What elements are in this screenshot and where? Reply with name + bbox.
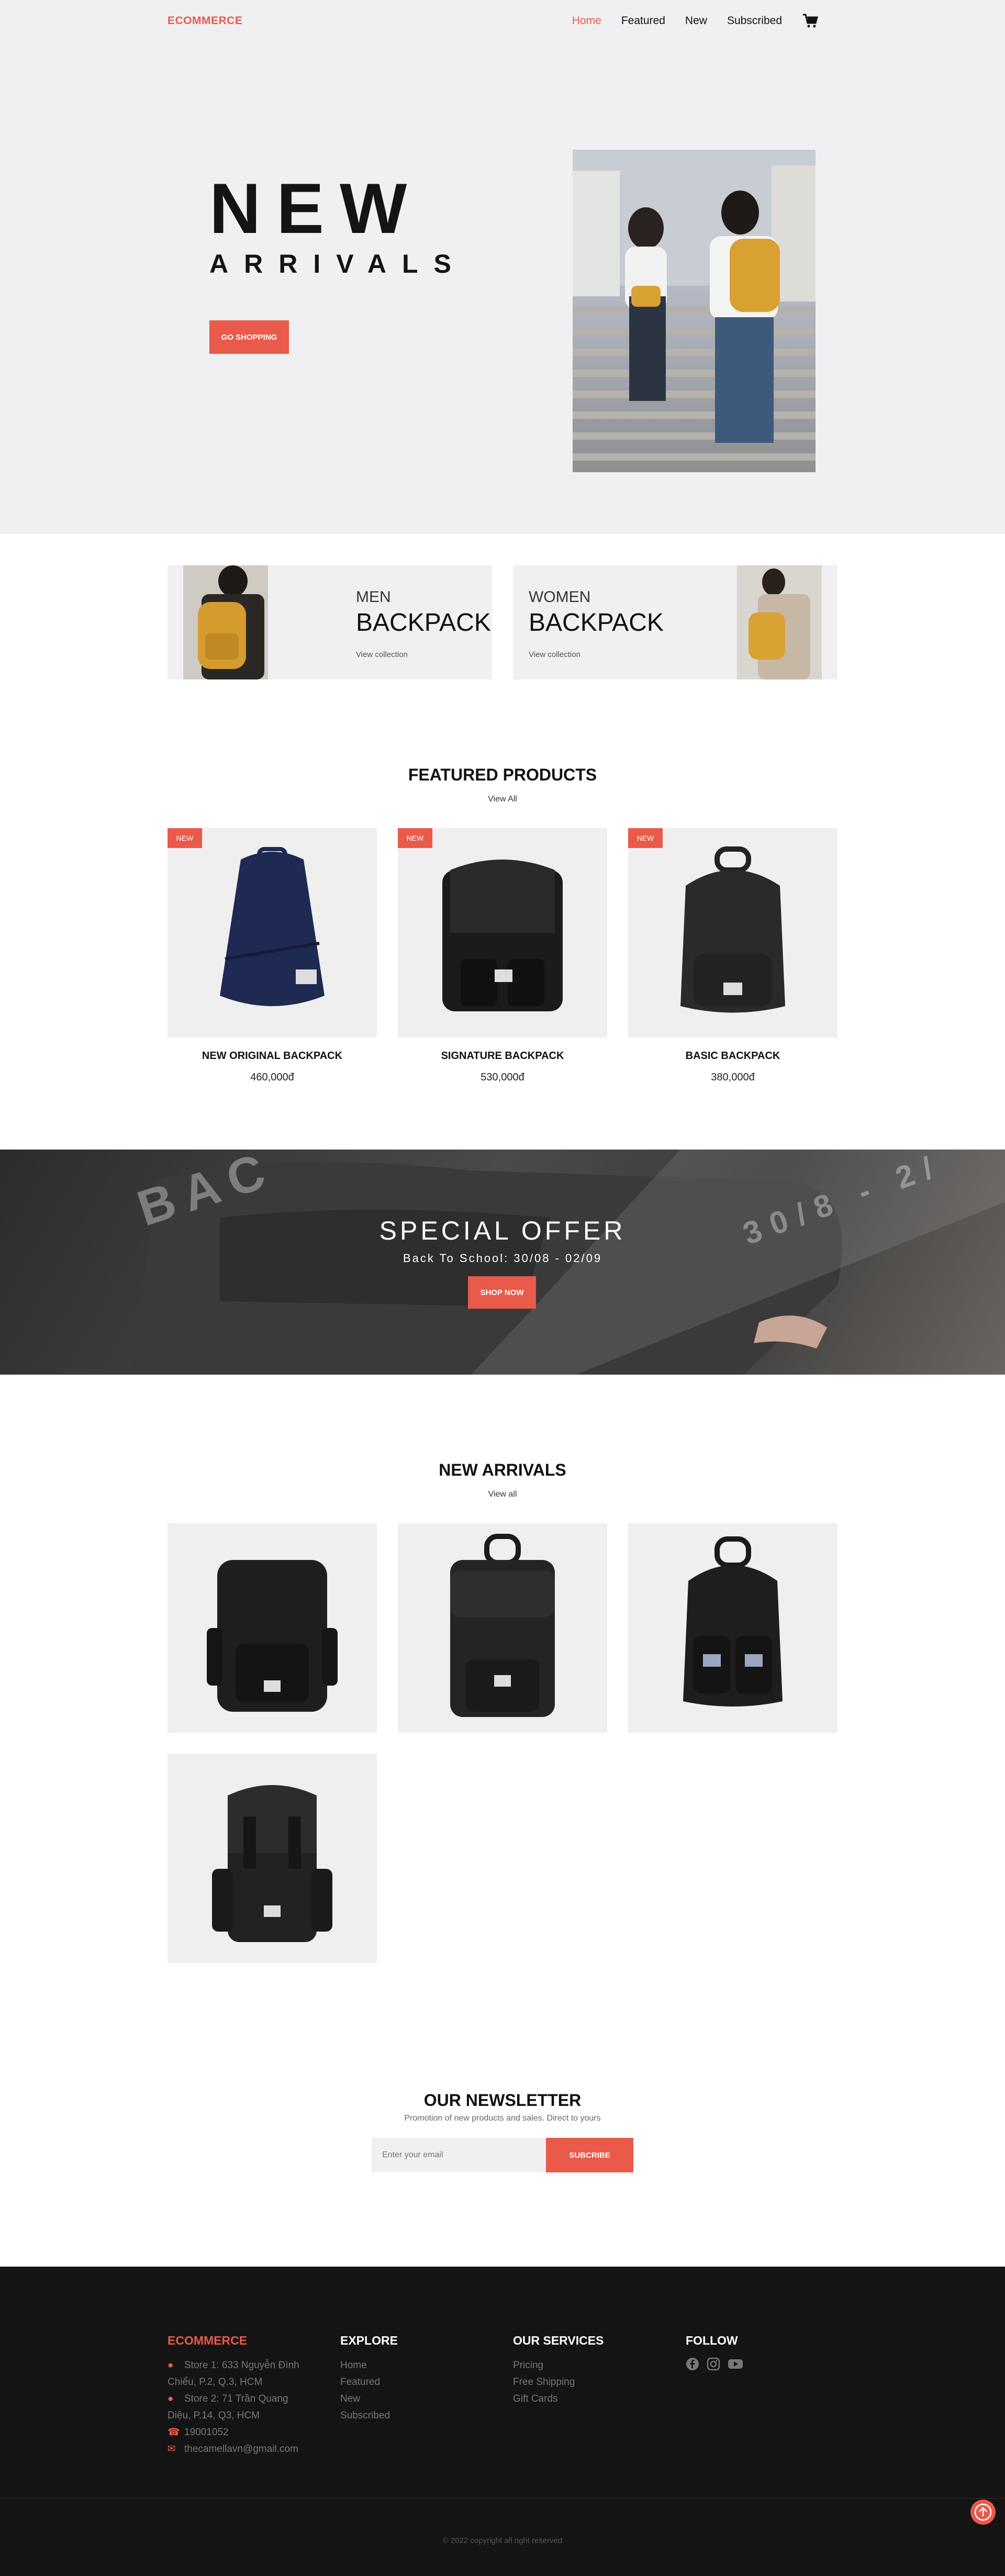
product-image: NEW bbox=[398, 828, 607, 1038]
contact-line: ● Store 2: 71 Trần Quang bbox=[168, 2391, 299, 2407]
contact-text: Chiểu, P.2, Q.3, HCM bbox=[168, 2377, 263, 2388]
subscribe-button[interactable]: SUBCRIBE bbox=[546, 2138, 633, 2172]
arrivals-title: NEW ARRIVALS bbox=[439, 1460, 566, 1479]
footer: ECOMMERCE ● Store 1: 633 Nguyễn Đình Chiể… bbox=[0, 2267, 1005, 2576]
footer-contact: ECOMMERCE ● Store 1: 633 Nguyễn Đình Chiể… bbox=[168, 2334, 299, 2458]
contact-text[interactable]: thecamellavn@gmail.com bbox=[184, 2444, 298, 2455]
product-card[interactable]: NEW NEW ORIGINAL BACKPACK 460,000đ bbox=[168, 828, 377, 1084]
featured-title: FEATURED PRODUCTS bbox=[408, 765, 597, 784]
women-view-collection[interactable]: View collection bbox=[529, 650, 580, 659]
product-name[interactable]: NEW ORIGINAL BACKPACK bbox=[168, 1050, 377, 1062]
arrivals-view-all[interactable]: View all bbox=[0, 1490, 1005, 1499]
footer-explore: EXPLORE Home Featured New Subscribed bbox=[340, 2334, 398, 2424]
newsletter-title: OUR NEWSLETTER bbox=[423, 2091, 582, 2110]
explore-heading: EXPLORE bbox=[340, 2334, 398, 2347]
contact-text: Store 2: 71 Trần Quang bbox=[184, 2393, 288, 2404]
social-links bbox=[686, 2357, 743, 2371]
brand-logo[interactable]: ECOMMERCE bbox=[168, 15, 242, 27]
main-menu: Home Featured New Subscribed bbox=[572, 13, 819, 29]
location-icon: ● bbox=[168, 2360, 174, 2371]
mail-icon: ✉ bbox=[168, 2444, 176, 2455]
newsletter-subtitle: Promotion of new products and sales. Dir… bbox=[404, 2114, 601, 2123]
offer-subtitle: Back To School: 30/08 - 02/09 bbox=[403, 1252, 602, 1265]
location-icon: ● bbox=[168, 2393, 174, 2404]
contact-line: ● Store 1: 633 Nguyễn Đình bbox=[168, 2357, 299, 2374]
product-image: NEW bbox=[168, 828, 377, 1038]
facebook-icon[interactable] bbox=[686, 2357, 699, 2371]
hero-section: NEW ARRIVALS GO SHOPPING bbox=[0, 42, 1005, 534]
product-price: 380,000đ bbox=[711, 1072, 755, 1083]
arrival-item[interactable] bbox=[628, 1523, 838, 1733]
hero-subtitle: ARRIVALS bbox=[209, 249, 467, 278]
nav-new[interactable]: New bbox=[685, 15, 707, 27]
instagram-icon[interactable] bbox=[707, 2357, 720, 2371]
arrival-item[interactable] bbox=[398, 1523, 607, 1733]
footer-link-new[interactable]: New bbox=[340, 2391, 398, 2407]
footer-link-subscribed[interactable]: Subscribed bbox=[340, 2407, 398, 2424]
nav-featured[interactable]: Featured bbox=[621, 15, 665, 27]
cart-icon[interactable] bbox=[802, 13, 819, 29]
offer-title: SPECIAL OFFER bbox=[379, 1216, 626, 1245]
men-backpack-title: BACKPACK bbox=[356, 609, 491, 637]
footer-follow: FOLLOW bbox=[686, 2334, 743, 2371]
arrival-item[interactable] bbox=[168, 1523, 377, 1733]
youtube-icon[interactable] bbox=[728, 2357, 743, 2371]
hero-image bbox=[573, 150, 816, 472]
category-men[interactable]: MEN BACKPACK View collection bbox=[168, 565, 492, 679]
new-badge: NEW bbox=[168, 828, 202, 848]
footer-divider bbox=[0, 2498, 1005, 2499]
contact-text: Diệu, P.14, Q3, HCM bbox=[168, 2410, 260, 2421]
contact-text: 19001052 bbox=[184, 2427, 229, 2438]
contact-line: Chiểu, P.2, Q.3, HCM bbox=[168, 2374, 299, 2391]
footer-link-home[interactable]: Home bbox=[340, 2357, 398, 2374]
services-heading: OUR SERVICES bbox=[513, 2334, 604, 2347]
special-offer-banner: BAC 30/8 - 2/ SPECIAL OFFER Back To Scho… bbox=[0, 1150, 1005, 1375]
footer-brand: ECOMMERCE bbox=[168, 2334, 248, 2347]
product-image: NEW bbox=[628, 828, 838, 1038]
email-input[interactable] bbox=[372, 2138, 546, 2172]
contact-line: Diệu, P.14, Q3, HCM bbox=[168, 2407, 299, 2424]
hero-title: NEW bbox=[209, 169, 423, 248]
product-price: 460,000đ bbox=[250, 1072, 294, 1083]
nav-home[interactable]: Home bbox=[572, 15, 601, 27]
contact-text: Store 1: 633 Nguyễn Đình bbox=[184, 2360, 299, 2371]
product-name[interactable]: BASIC BACKPACK bbox=[628, 1050, 838, 1062]
product-price: 530,000đ bbox=[481, 1072, 524, 1083]
product-name[interactable]: SIGNATURE BACKPACK bbox=[398, 1050, 607, 1062]
footer-services: OUR SERVICES Pricing Free Shipping Gift … bbox=[513, 2334, 604, 2407]
featured-view-all[interactable]: View All bbox=[0, 795, 1005, 804]
footer-link-free-shipping[interactable]: Free Shipping bbox=[513, 2374, 604, 2391]
men-label: MEN bbox=[356, 588, 391, 606]
footer-link-pricing[interactable]: Pricing bbox=[513, 2357, 604, 2374]
men-view-collection[interactable]: View collection bbox=[356, 650, 408, 659]
contact-line: ✉ thecamellavn@gmail.com bbox=[168, 2441, 299, 2458]
women-backpack-image bbox=[737, 565, 822, 679]
back-to-top-button[interactable] bbox=[970, 2500, 996, 2525]
new-badge: NEW bbox=[628, 828, 663, 848]
category-women[interactable]: WOMEN BACKPACK View collection bbox=[513, 565, 838, 679]
contact-line: ☎ 19001052 bbox=[168, 2424, 299, 2441]
men-backpack-image bbox=[183, 565, 268, 679]
footer-link-featured[interactable]: Featured bbox=[340, 2374, 398, 2391]
copyright: © 2022 copyright all right reserved bbox=[442, 2536, 563, 2545]
product-card[interactable]: NEW BASIC BACKPACK 380,000đ bbox=[628, 828, 838, 1084]
women-backpack-title: BACKPACK bbox=[529, 609, 664, 637]
follow-heading: FOLLOW bbox=[686, 2334, 738, 2347]
arrow-up-icon bbox=[974, 2503, 992, 2521]
product-card[interactable]: NEW SIGNATURE BACKPACK 530,000đ bbox=[398, 828, 607, 1084]
nav-subscribed[interactable]: Subscribed bbox=[727, 15, 782, 27]
shop-now-button[interactable]: SHOP NOW bbox=[468, 1276, 536, 1309]
go-shopping-button[interactable]: GO SHOPPING bbox=[209, 320, 289, 354]
women-label: WOMEN bbox=[529, 588, 591, 606]
new-badge: NEW bbox=[398, 828, 432, 848]
footer-link-gift-cards[interactable]: Gift Cards bbox=[513, 2391, 604, 2407]
phone-icon: ☎ bbox=[168, 2427, 180, 2438]
arrival-item[interactable] bbox=[168, 1754, 377, 1963]
top-nav: ECOMMERCE Home Featured New Subscribed bbox=[0, 0, 1005, 42]
